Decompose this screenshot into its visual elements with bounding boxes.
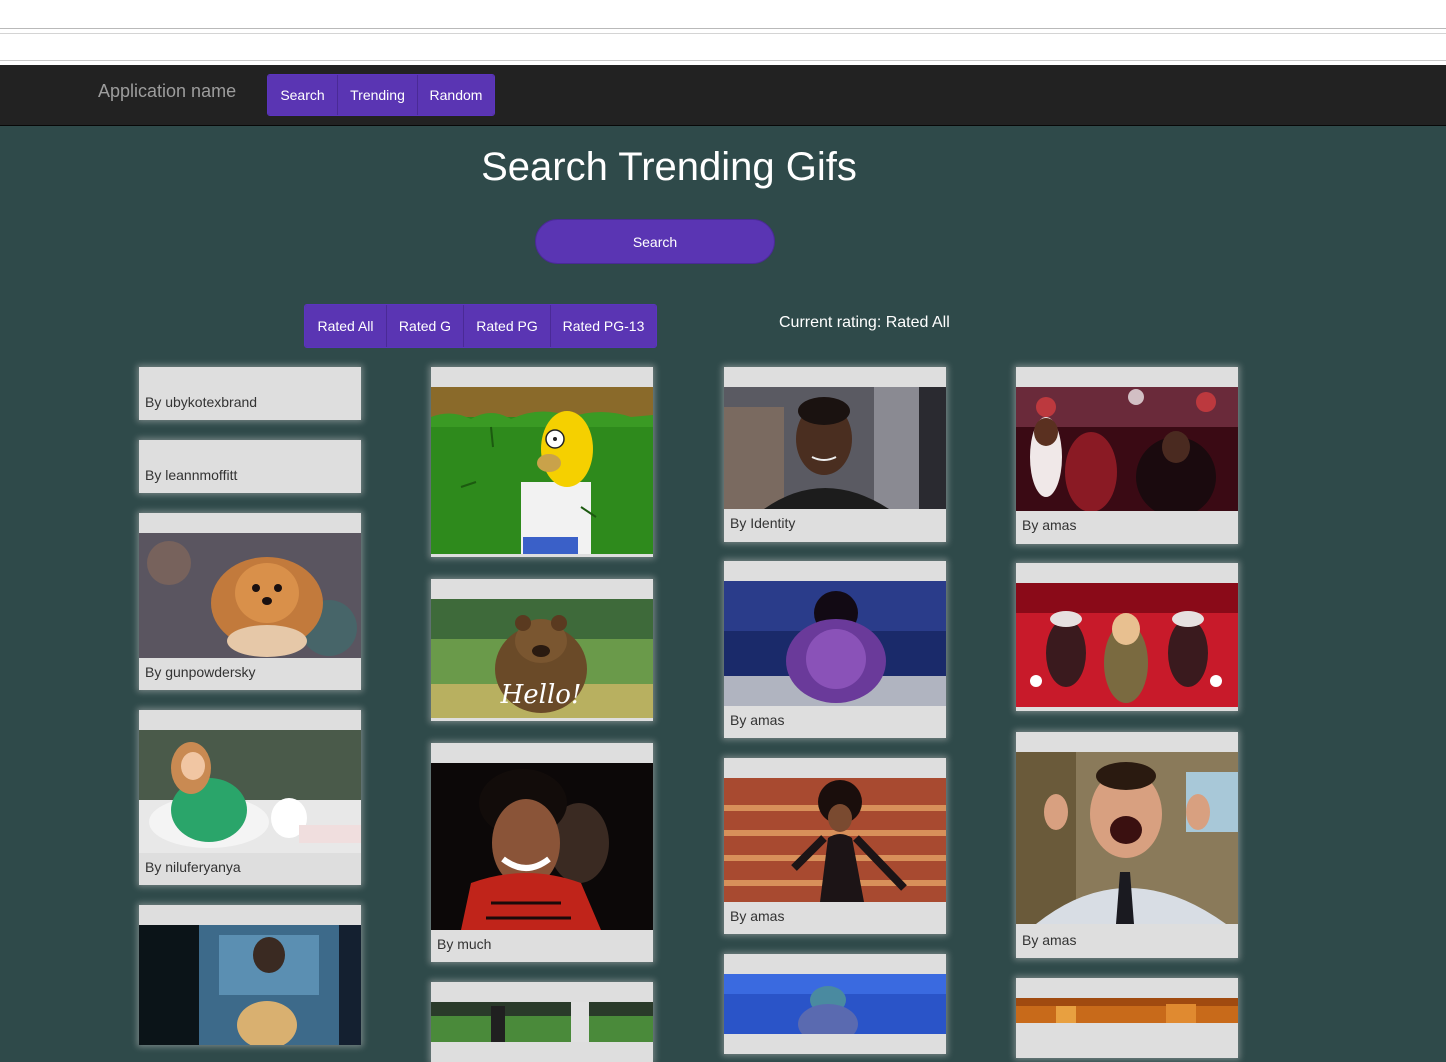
gif-image[interactable]: [724, 778, 946, 902]
gif-card[interactable]: By amas: [724, 561, 946, 738]
search-button[interactable]: Search: [535, 219, 775, 264]
rated-pg13-button[interactable]: Rated PG-13: [550, 305, 656, 347]
nav-button-group: Search Trending Random: [267, 74, 495, 116]
gif-card[interactable]: By leannmoffitt: [139, 440, 361, 493]
gif-author: By amas: [1022, 932, 1077, 948]
current-rating-label: Current rating: Rated All: [779, 314, 950, 331]
nav-trending-button[interactable]: Trending: [337, 75, 417, 115]
gif-author: By amas: [730, 908, 785, 924]
gif-author: By amas: [730, 712, 785, 728]
nav-search-button[interactable]: Search: [268, 75, 337, 115]
gif-card[interactable]: [1016, 978, 1238, 1058]
gif-card[interactable]: By amas: [1016, 732, 1238, 958]
browser-divider: [0, 60, 1446, 61]
browser-chrome: [0, 0, 1446, 65]
gif-author: By much: [437, 936, 492, 952]
gif-image[interactable]: [431, 1002, 653, 1042]
gif-card[interactable]: [431, 367, 653, 557]
gif-image[interactable]: [1016, 583, 1238, 707]
gif-card[interactable]: Hello!: [431, 579, 653, 721]
gif-image[interactable]: [724, 387, 946, 509]
rating-button-group: Rated All Rated G Rated PG Rated PG-13: [304, 304, 657, 348]
nav-random-button[interactable]: Random: [417, 75, 494, 115]
gif-card[interactable]: [431, 982, 653, 1062]
gif-image[interactable]: [1016, 998, 1238, 1023]
brand-link[interactable]: Application name: [98, 80, 236, 102]
gif-card[interactable]: [1016, 563, 1238, 711]
rated-pg-button[interactable]: Rated PG: [463, 305, 550, 347]
gif-author: By amas: [1022, 517, 1077, 533]
gif-card[interactable]: By amas: [1016, 367, 1238, 544]
gif-author: By Identity: [730, 515, 796, 531]
gif-author: By niluferyanya: [145, 859, 241, 875]
page-title: Search Trending Gifs: [481, 145, 857, 189]
gif-card[interactable]: By ubykotexbrand: [139, 367, 361, 420]
gif-card[interactable]: By niluferyanya: [139, 710, 361, 885]
gif-image[interactable]: [139, 730, 361, 853]
gif-image[interactable]: [431, 387, 653, 554]
gif-card[interactable]: By much: [431, 743, 653, 962]
bear-overlay-text: Hello!: [500, 680, 582, 710]
gif-image[interactable]: [139, 533, 361, 658]
gif-image[interactable]: [724, 581, 946, 706]
gif-card[interactable]: By gunpowdersky: [139, 513, 361, 690]
gif-card[interactable]: [724, 954, 946, 1054]
gif-image[interactable]: [1016, 752, 1238, 924]
gif-author: By ubykotexbrand: [145, 394, 258, 410]
gif-image[interactable]: Hello!: [431, 599, 653, 718]
gif-card[interactable]: By Identity: [724, 367, 946, 542]
gif-image[interactable]: [139, 925, 361, 1045]
gif-image[interactable]: [1016, 387, 1238, 511]
navbar: Application name Search Trending Random: [0, 65, 1446, 126]
gif-card[interactable]: By amas: [724, 758, 946, 934]
browser-divider: [0, 33, 1446, 34]
rated-all-button[interactable]: Rated All: [305, 305, 386, 347]
gif-image[interactable]: [431, 763, 653, 930]
gif-author: By leannmoffitt: [145, 467, 238, 483]
gif-author: By gunpowdersky: [145, 664, 256, 680]
browser-divider: [0, 28, 1446, 29]
gif-card[interactable]: [139, 905, 361, 1045]
gif-image[interactable]: [724, 974, 946, 1034]
rated-g-button[interactable]: Rated G: [386, 305, 463, 347]
